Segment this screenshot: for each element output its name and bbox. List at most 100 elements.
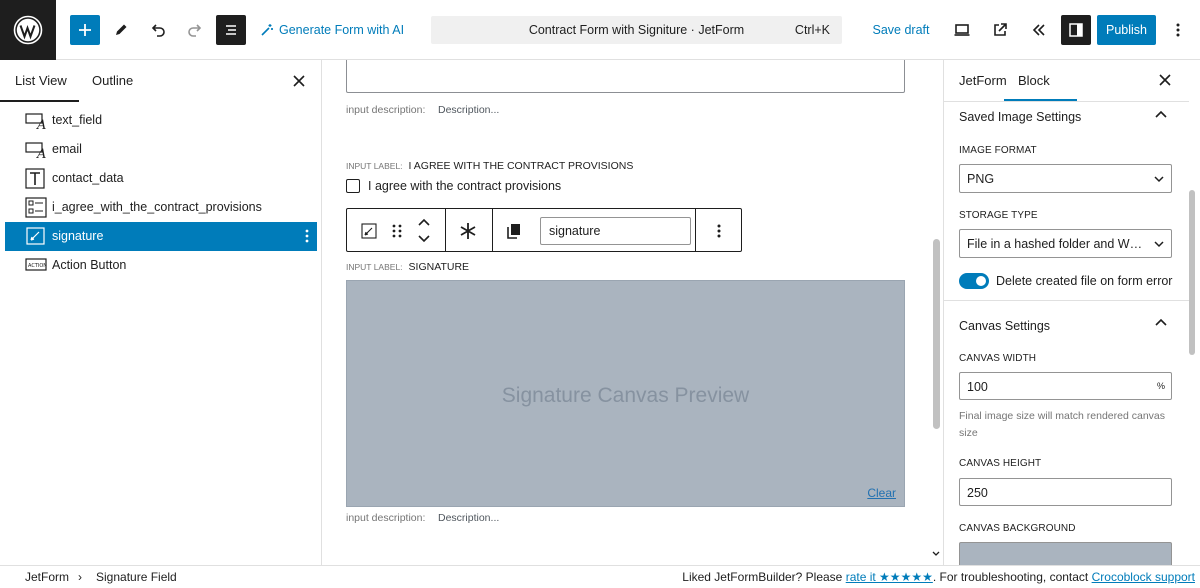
storage-type-select[interactable]: File in a hashed folder and WP attachmen… bbox=[959, 229, 1172, 258]
email-field-icon: A bbox=[25, 142, 46, 160]
save-draft-button[interactable]: Save draft bbox=[866, 15, 936, 45]
command-shortcut: Ctrl+K bbox=[794, 23, 830, 37]
active-tab-indicator bbox=[0, 100, 79, 102]
delete-file-toggle[interactable] bbox=[959, 273, 989, 289]
text-block-icon bbox=[25, 168, 45, 189]
scroll-down-arrow-icon[interactable] bbox=[932, 551, 940, 557]
field-name-input[interactable]: signature bbox=[540, 217, 691, 245]
description-value[interactable]: Description... bbox=[438, 512, 638, 524]
toolbar-divider bbox=[445, 209, 446, 251]
list-view-panel: List View Outline A text_field A email c… bbox=[0, 60, 322, 565]
signature-clear-link[interactable]: Clear bbox=[867, 486, 896, 500]
rate-link[interactable]: rate it ★★★★★ bbox=[846, 570, 933, 584]
agree-checkbox[interactable] bbox=[346, 179, 360, 193]
description-tag: input description: bbox=[346, 512, 426, 524]
document-overview-button[interactable] bbox=[216, 15, 246, 45]
publish-button[interactable]: Publish bbox=[1097, 15, 1156, 45]
list-item-signature[interactable]: signature bbox=[5, 222, 317, 251]
canvas-height-label: CANVAS HEIGHT bbox=[959, 458, 1042, 469]
action-button-icon: ACTION bbox=[25, 258, 47, 271]
command-palette-bar[interactable]: Contract Form with Signiture · JetForm C… bbox=[431, 16, 842, 44]
tab-jetform[interactable]: JetForm bbox=[959, 73, 1007, 88]
tab-block[interactable]: Block bbox=[1018, 73, 1050, 88]
drag-handle-icon[interactable] bbox=[389, 221, 405, 241]
block-options-icon[interactable] bbox=[709, 221, 729, 241]
signature-label-text: SIGNATURE bbox=[408, 261, 470, 273]
collapse-chevrons-icon[interactable] bbox=[1024, 15, 1054, 45]
chevron-down-icon bbox=[1154, 241, 1164, 248]
breadcrumb-separator-icon: › bbox=[78, 570, 82, 584]
breadcrumb-signature-field[interactable]: Signature Field bbox=[96, 570, 177, 584]
canvas-settings-title[interactable]: Canvas Settings bbox=[959, 319, 1050, 333]
list-item-label: signature bbox=[52, 229, 104, 243]
image-format-select[interactable]: PNG bbox=[959, 164, 1172, 193]
chevron-up-icon[interactable] bbox=[1154, 316, 1168, 330]
settings-sidebar: JetForm Block Saved Image Settings IMAGE… bbox=[943, 60, 1200, 565]
breadcrumb-jetform[interactable]: JetForm bbox=[25, 570, 69, 584]
canvas-width-unit[interactable]: % bbox=[1157, 381, 1165, 391]
canvas-background-label: CANVAS BACKGROUND bbox=[959, 523, 1076, 534]
canvas-height-input[interactable]: 250 bbox=[959, 478, 1172, 506]
signature-preview-text: Signature Canvas Preview bbox=[501, 384, 750, 407]
list-item-email[interactable]: A email bbox=[5, 135, 317, 164]
canvas-height-value: 250 bbox=[967, 486, 988, 500]
canvas-width-help: Final image size will match rendered can… bbox=[959, 410, 1166, 439]
description-value[interactable]: Description... bbox=[438, 104, 638, 116]
agree-input-label[interactable]: INPUT LABEL: I AGREE WITH THE CONTRACT PR… bbox=[346, 160, 633, 172]
list-item-contact-data[interactable]: contact_data bbox=[5, 164, 317, 193]
signature-canvas-preview[interactable]: Signature Canvas Preview Clear bbox=[346, 280, 905, 507]
tab-list-view[interactable]: List View bbox=[15, 73, 67, 88]
svg-text:A: A bbox=[36, 118, 46, 131]
chevron-down-icon bbox=[1154, 176, 1164, 183]
list-item-label: text_field bbox=[52, 113, 103, 127]
required-asterisk-icon[interactable] bbox=[457, 220, 479, 242]
list-item-label: email bbox=[52, 142, 82, 156]
options-more-icon[interactable] bbox=[1163, 15, 1193, 45]
canvas-width-input[interactable]: 100 % bbox=[959, 372, 1172, 400]
undo-icon[interactable] bbox=[143, 15, 173, 45]
close-icon[interactable] bbox=[1156, 71, 1174, 89]
settings-tabs: JetForm Block bbox=[944, 60, 1189, 102]
chevron-up-icon[interactable] bbox=[1154, 108, 1168, 122]
list-item-action-button[interactable]: ACTION Action Button bbox=[5, 251, 317, 280]
add-block-button[interactable] bbox=[70, 15, 100, 45]
signature-input-label[interactable]: INPUT LABEL: SIGNATURE bbox=[346, 261, 469, 273]
preview-device-icon[interactable] bbox=[947, 15, 977, 45]
tab-outline[interactable]: Outline bbox=[92, 73, 133, 88]
support-link[interactable]: Crocoblock support bbox=[1092, 570, 1195, 584]
signature-block-icon[interactable] bbox=[359, 221, 379, 241]
generate-form-ai-button[interactable]: Generate Form with AI bbox=[260, 15, 410, 45]
field-description-row: input description: Description... bbox=[346, 104, 499, 116]
pencil-tools-icon[interactable] bbox=[106, 15, 136, 45]
list-item-text-field[interactable]: A text_field bbox=[5, 106, 317, 135]
image-format-value: PNG bbox=[967, 172, 995, 186]
storage-type-value: File in a hashed folder and WP attachmen… bbox=[967, 237, 1171, 251]
move-up-icon[interactable] bbox=[415, 215, 433, 229]
redo-icon[interactable] bbox=[180, 15, 210, 45]
list-item-label: contact_data bbox=[52, 171, 124, 185]
agree-checkbox-row[interactable]: I agree with the contract provisions bbox=[346, 179, 561, 193]
footer-note: Liked JetFormBuilder? Please rate it ★★★… bbox=[682, 570, 1195, 584]
copy-name-icon[interactable] bbox=[504, 221, 524, 241]
settings-sidebar-toggle[interactable] bbox=[1061, 15, 1091, 45]
textarea-field-preview[interactable] bbox=[346, 60, 905, 93]
item-options-icon[interactable] bbox=[305, 228, 309, 244]
agree-label-text: I AGREE WITH THE CONTRACT PROVISIONS bbox=[408, 160, 634, 172]
canvas-width-value: 100 bbox=[967, 380, 988, 394]
list-item-agree-checkbox[interactable]: i_agree_with_the_contract_provisions bbox=[5, 193, 317, 222]
close-icon[interactable] bbox=[290, 72, 308, 90]
view-post-external-icon[interactable] bbox=[985, 15, 1015, 45]
toggle-knob bbox=[976, 276, 986, 286]
move-down-icon[interactable] bbox=[415, 232, 433, 246]
description-tag: input description: bbox=[346, 104, 426, 116]
agree-checkbox-label: I agree with the contract provisions bbox=[368, 179, 562, 193]
signature-description-row: input description: Description... bbox=[346, 512, 499, 524]
magic-wand-icon bbox=[261, 24, 273, 36]
wordpress-logo-icon[interactable] bbox=[0, 0, 56, 60]
canvas-scrollbar-thumb[interactable] bbox=[933, 239, 940, 429]
canvas-background-swatch[interactable] bbox=[959, 542, 1172, 565]
saved-image-settings-title[interactable]: Saved Image Settings bbox=[959, 110, 1081, 124]
editor-canvas: input description: Description... INPUT … bbox=[322, 60, 943, 565]
svg-text:A: A bbox=[36, 147, 46, 160]
sidebar-scrollbar-thumb[interactable] bbox=[1189, 190, 1195, 355]
